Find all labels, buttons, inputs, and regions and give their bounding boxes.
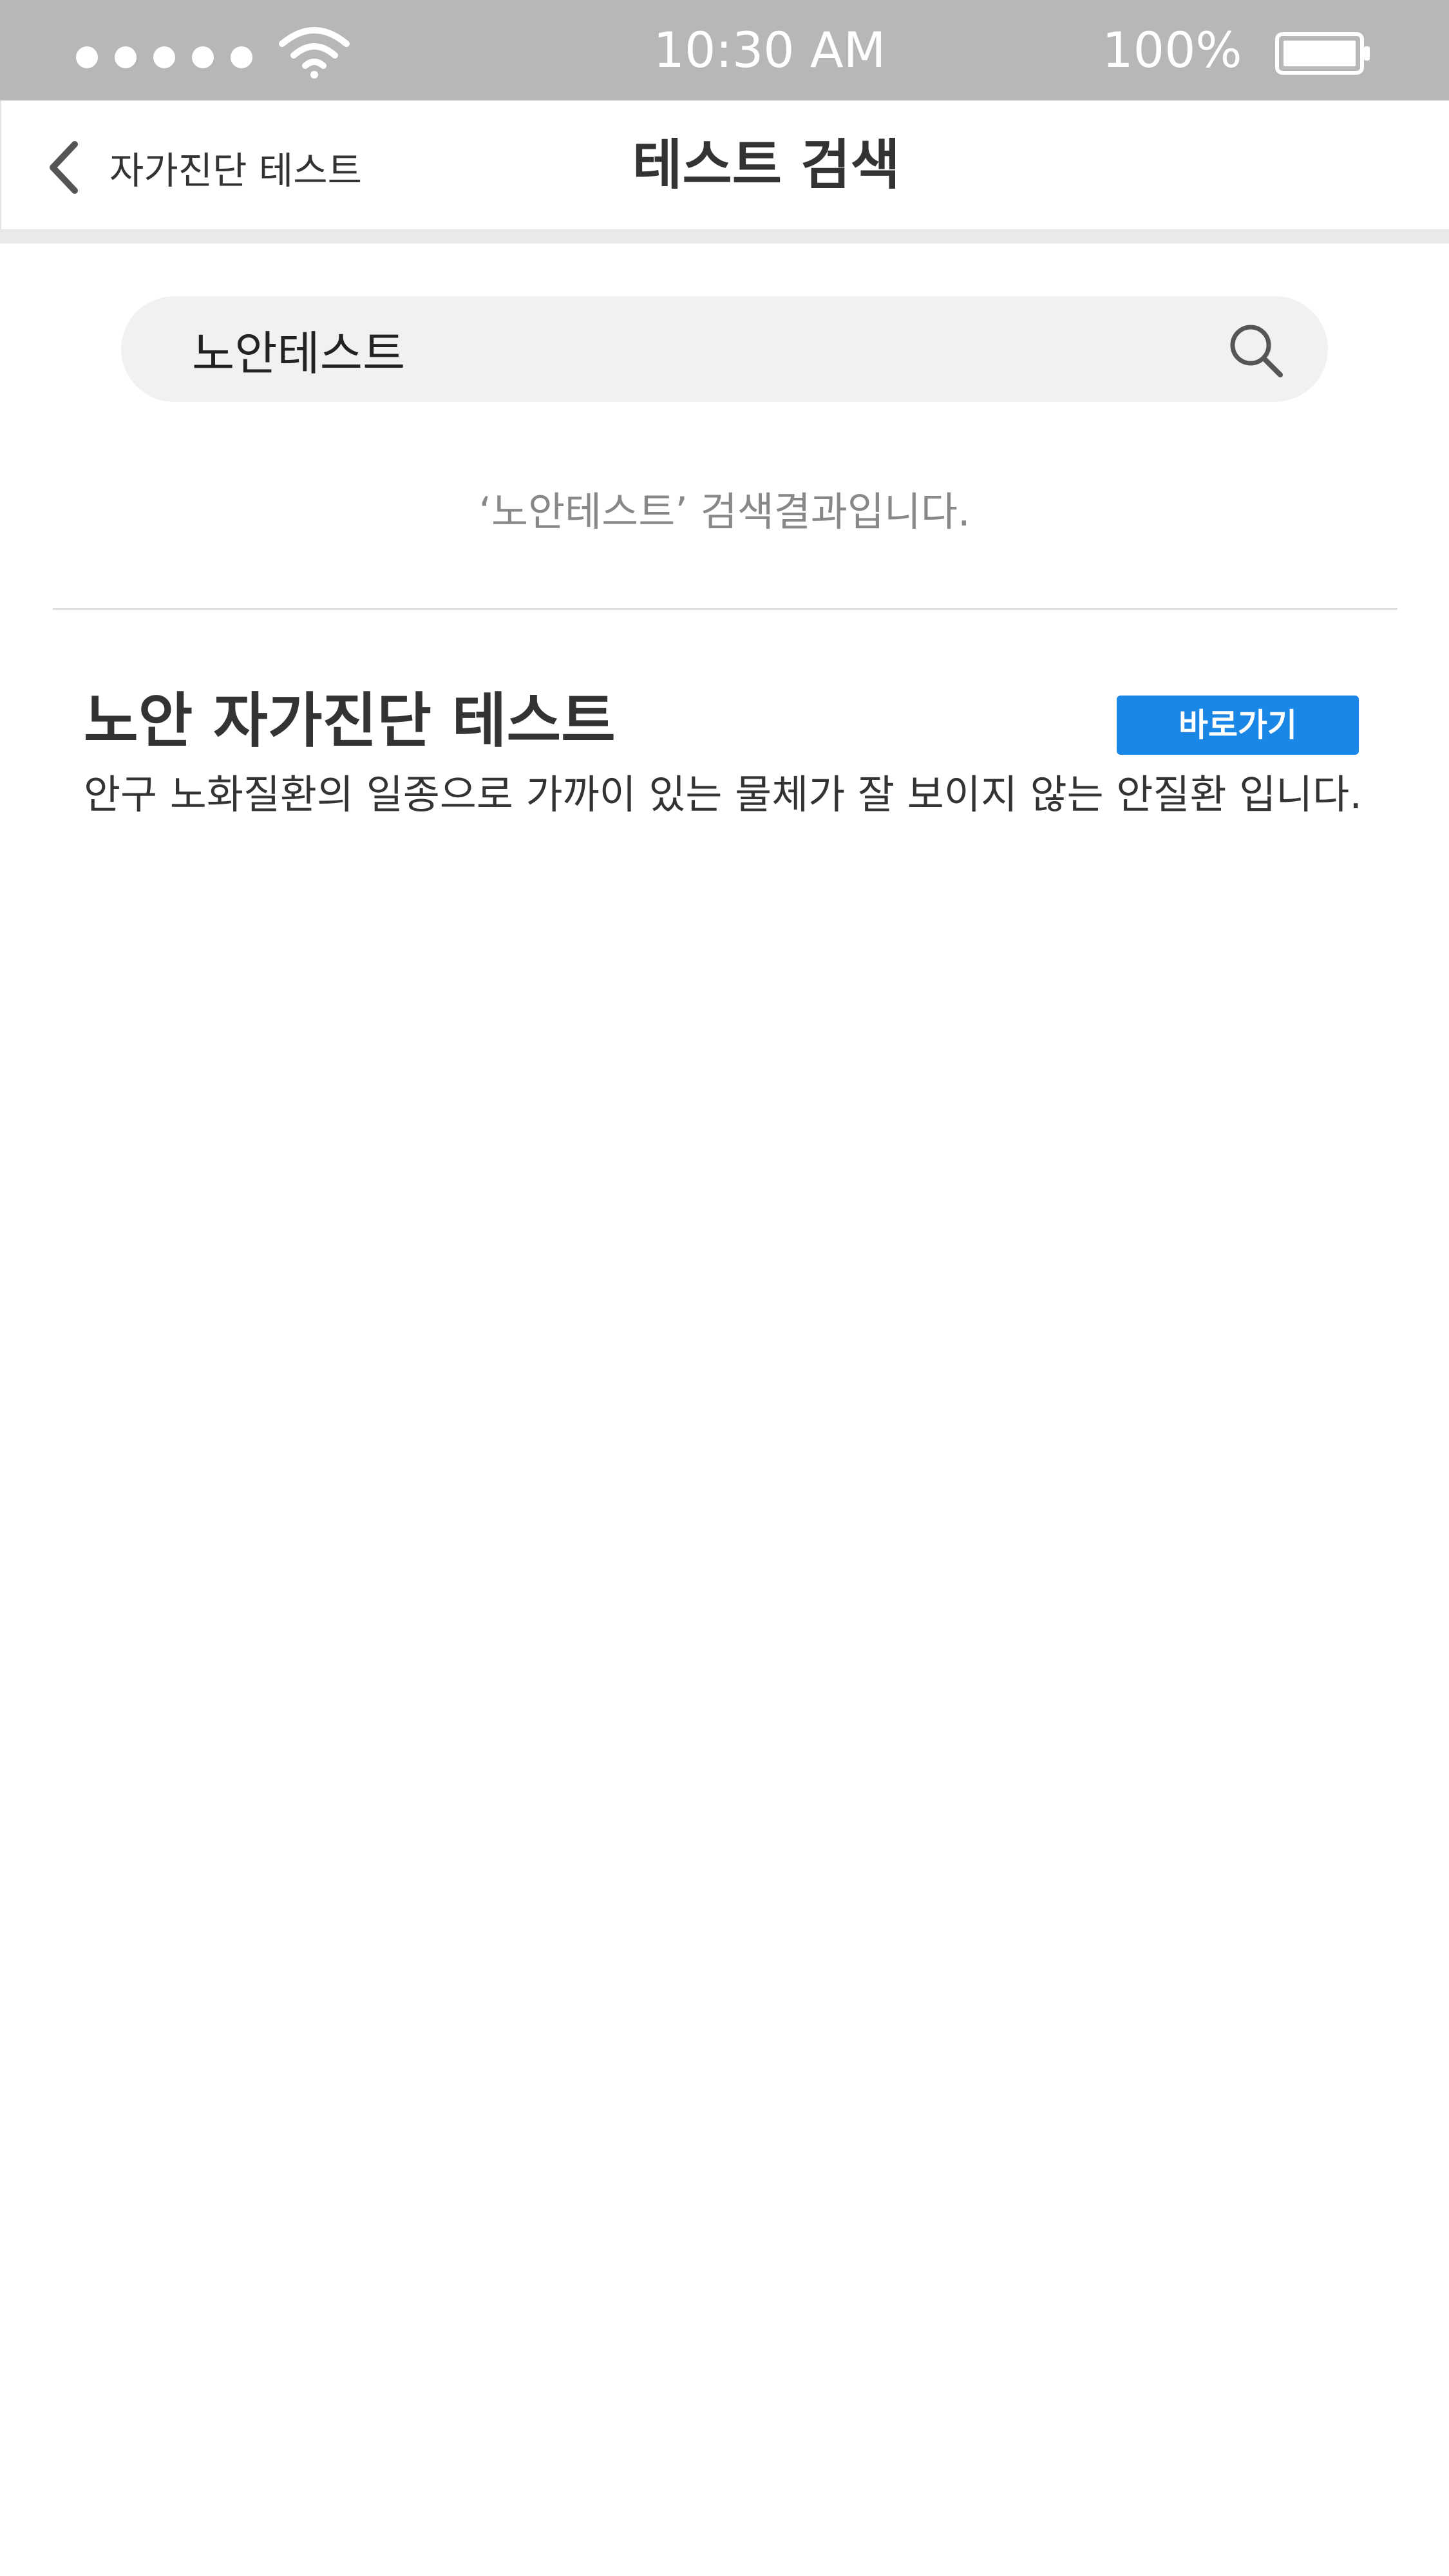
page-title: 테스트 검색 [632,133,900,196]
status-time: 10:30 AM [653,21,886,79]
back-button[interactable]: 자가진단 테스트 [45,129,362,206]
battery-icon [1275,32,1370,75]
back-label: 자가진단 테스트 [109,149,362,193]
result-item: 노안 자가진단 테스트 바로가기 안구 노화질환의 일종으로 가까이 있는 물체… [84,670,1372,837]
divider [53,608,1397,610]
go-button[interactable]: 바로가기 [1117,696,1359,755]
search-input[interactable] [192,296,1171,402]
chevron-left-icon [50,141,78,194]
search-bar [121,296,1328,402]
result-description: 안구 노화질환의 일종으로 가까이 있는 물체가 잘 보이지 않는 안질환 입니… [84,771,1363,818]
result-title: 노안 자가진단 테스트 [84,687,616,755]
search-result-caption: ‘노안테스트’ 검색결과입니다. [478,488,971,535]
nav-divider [0,229,1449,243]
battery-percent: 100% [1102,21,1242,79]
status-bar: 10:30 AM 100% [0,0,1449,100]
signal-dots-icon [76,46,256,72]
search-icon[interactable] [1225,319,1287,381]
wifi-icon [279,27,350,79]
